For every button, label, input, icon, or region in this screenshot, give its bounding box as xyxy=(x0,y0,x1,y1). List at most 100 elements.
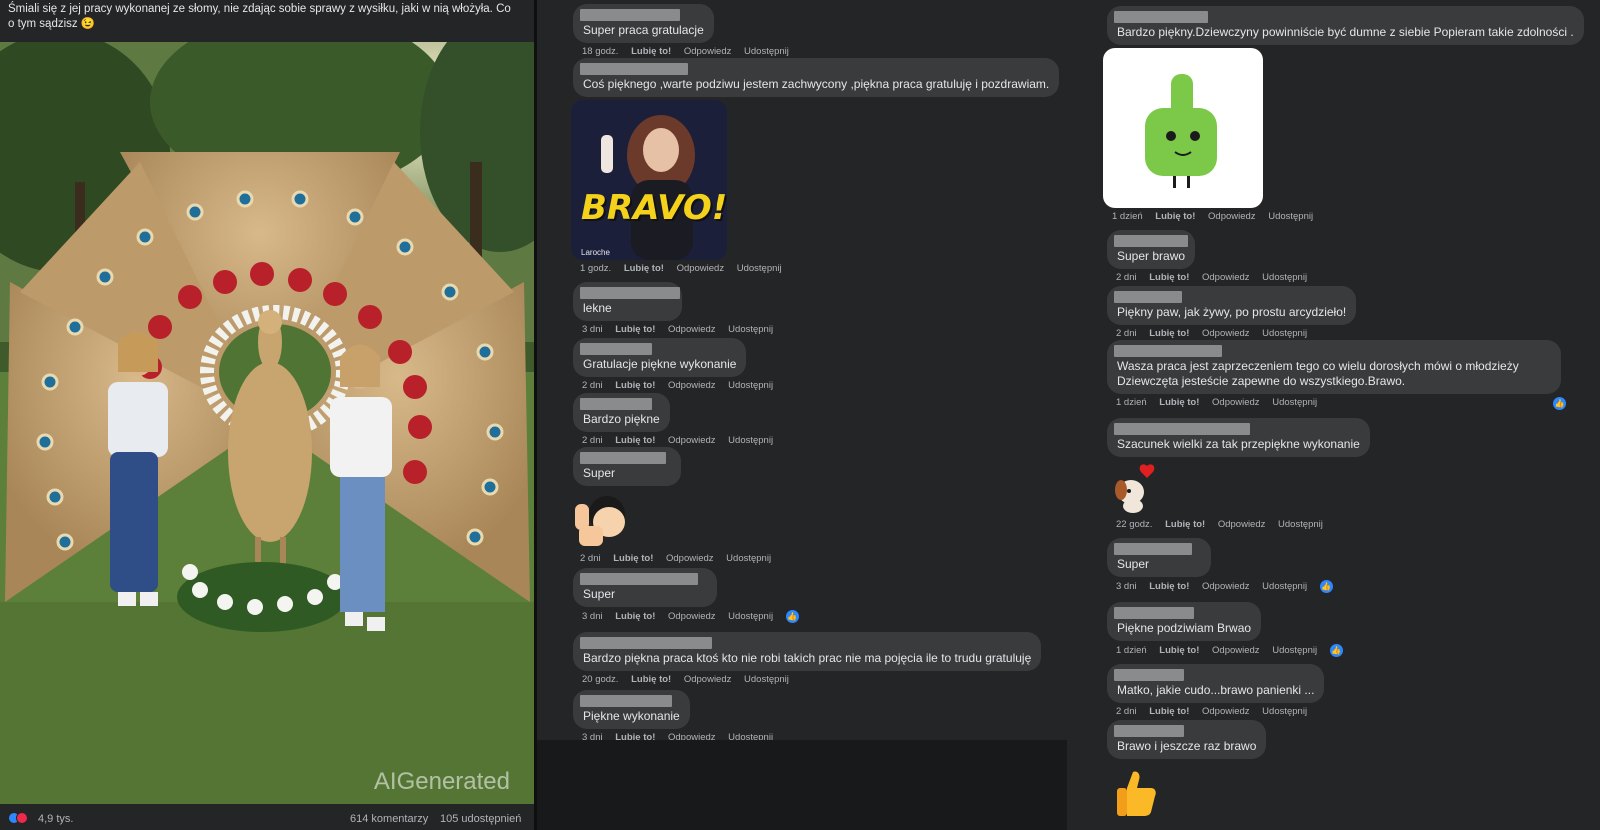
reply-link[interactable]: Odpowiedz xyxy=(1202,581,1250,592)
like-reaction-icon[interactable]: 👍 xyxy=(1329,644,1343,657)
redacted-author xyxy=(580,452,666,464)
reply-link[interactable]: Odpowiedz xyxy=(1202,706,1250,717)
straw-peacock-photo xyxy=(0,42,534,804)
reply-link[interactable]: Odpowiedz xyxy=(668,611,716,622)
comment-text: Piękne podziwiam Brwao xyxy=(1117,621,1252,635)
reply-link[interactable]: Odpowiedz xyxy=(1212,645,1260,656)
reply-link[interactable]: Odpowiedz xyxy=(668,435,716,446)
share-link[interactable]: Udostępnij xyxy=(1262,328,1307,339)
reaction-icons[interactable] xyxy=(8,812,28,825)
like-link[interactable]: Lubię to! xyxy=(615,611,655,622)
share-link[interactable]: Udostępnij xyxy=(728,435,773,446)
comment-text: Wasza praca jest zaprzeczeniem tego co w… xyxy=(1117,359,1519,388)
like-link[interactable]: Lubię to! xyxy=(1149,581,1189,592)
like-link[interactable]: Lubię to! xyxy=(631,674,671,685)
share-link[interactable]: Udostępnij xyxy=(737,263,782,274)
comment-meta: 1 dzień Lubię to! Odpowiedz Udostępnij xyxy=(1103,211,1323,222)
like-link[interactable]: Lubię to! xyxy=(1159,645,1199,656)
comment-time: 18 godz. xyxy=(582,46,619,57)
comment-text: Brawo i jeszcze raz brawo xyxy=(1117,739,1257,753)
redacted-author xyxy=(580,637,712,649)
comment-text: Piękne wykonanie xyxy=(583,709,680,723)
redacted-author xyxy=(1114,345,1222,357)
like-link[interactable]: Lubię to! xyxy=(1165,519,1205,530)
like-link[interactable]: Lubię to! xyxy=(615,435,655,446)
reply-link[interactable]: Odpowiedz xyxy=(1208,211,1256,222)
post-footer: 4,9 tys. 614 komentarzy 105 udostępnień xyxy=(0,806,534,830)
like-link[interactable]: Lubię to! xyxy=(615,380,655,391)
like-link[interactable]: Lubię to! xyxy=(1149,272,1189,283)
reply-link[interactable]: Odpowiedz xyxy=(1202,272,1250,283)
share-link[interactable]: Udostępnij xyxy=(744,674,789,685)
comment-bubble: Gratulacje piękne wykonanie xyxy=(573,338,747,377)
share-link[interactable]: Udostępnij xyxy=(1268,211,1313,222)
column-background xyxy=(537,740,1067,830)
share-link[interactable]: Udostępnij xyxy=(1262,272,1307,283)
redacted-author xyxy=(1114,11,1208,23)
reply-link[interactable]: Odpowiedz xyxy=(666,553,714,564)
comment-meta: 2 dni Lubię to! Odpowiedz Udostępnij xyxy=(1107,328,1356,339)
share-link[interactable]: Udostępnij xyxy=(1278,519,1323,530)
like-link[interactable]: Lubię to! xyxy=(624,263,664,274)
comment-meta: 1 dzień Lubię to! Odpowiedz Udostępnij xyxy=(1107,397,1561,408)
like-link[interactable]: Lubię to! xyxy=(1155,211,1195,222)
reply-link[interactable]: Odpowiedz xyxy=(1202,328,1250,339)
comment-meta: 1 dzień Lubię to! Odpowiedz Udostępnij 👍 xyxy=(1107,644,1353,657)
share-link[interactable]: Udostępnij xyxy=(1272,397,1317,408)
like-link[interactable]: Lubię to! xyxy=(631,46,671,57)
share-link[interactable]: Udostępnij xyxy=(1262,706,1307,717)
redacted-author xyxy=(1114,607,1194,619)
share-link[interactable]: Udostępnij xyxy=(1262,581,1307,592)
reply-link[interactable]: Odpowiedz xyxy=(668,380,716,391)
like-reaction-icon[interactable]: 👍 xyxy=(1319,580,1333,593)
like-link[interactable]: Lubię to! xyxy=(615,324,655,335)
like-reaction-icon[interactable]: 👍 xyxy=(785,610,799,623)
puppy-heart-sticker[interactable] xyxy=(1107,462,1161,516)
share-link[interactable]: Udostępnij xyxy=(728,611,773,622)
comment-meta: 18 godz. Lubię to! Odpowiedz Udostępnij xyxy=(573,46,799,57)
like-link[interactable]: Lubię to! xyxy=(613,553,653,564)
comment-meta: 3 dni Lubię to! Odpowiedz Udostępnij 👍 xyxy=(1107,580,1343,593)
like-link[interactable]: Lubię to! xyxy=(1149,328,1189,339)
comment-time: 3 dni xyxy=(582,324,603,335)
reply-link[interactable]: Odpowiedz xyxy=(1218,519,1266,530)
comment: Super 3 dni Lubię to! Odpowiedz Udostępn… xyxy=(573,568,809,623)
like-reaction-icon[interactable]: 👍 xyxy=(1553,397,1566,410)
reply-link[interactable]: Odpowiedz xyxy=(1212,397,1260,408)
green-thumbs-up-sticker[interactable] xyxy=(1103,48,1263,208)
post-photo[interactable]: AIGenerated xyxy=(0,42,534,804)
like-link[interactable]: Lubię to! xyxy=(1149,706,1189,717)
comment-bubble: Piękny paw, jak żywy, po prostu arcydzie… xyxy=(1107,286,1357,325)
share-count[interactable]: 105 udostępnień xyxy=(440,813,521,825)
comment-text: Super praca gratulacje xyxy=(583,23,704,37)
comment xyxy=(1111,768,1159,818)
reply-link[interactable]: Odpowiedz xyxy=(668,324,716,335)
reply-link[interactable]: Odpowiedz xyxy=(677,263,725,274)
thumbs-up-character-icon xyxy=(575,496,625,546)
comment-count[interactable]: 614 komentarzy xyxy=(350,813,428,825)
comment-bubble: Szacunek wielki za tak przepiękne wykona… xyxy=(1107,418,1370,457)
ai-watermark: AIGenerated xyxy=(373,768,510,795)
like-link[interactable]: Lubię to! xyxy=(1159,397,1199,408)
comment-bubble: Super xyxy=(1107,538,1212,577)
comment-time: 1 dzień xyxy=(1112,211,1143,222)
reply-link[interactable]: Odpowiedz xyxy=(684,674,732,685)
comment-bubble: Brawo i jeszcze raz brawo xyxy=(1107,720,1267,759)
share-link[interactable]: Udostępnij xyxy=(726,553,771,564)
thumbs-up-character-sticker[interactable] xyxy=(571,490,635,550)
share-link[interactable]: Udostępnij xyxy=(728,324,773,335)
share-link[interactable]: Udostępnij xyxy=(728,380,773,391)
thumbs-up-emoji-sticker[interactable] xyxy=(1111,768,1159,818)
comment-meta: 2 dni Lubię to! Odpowiedz Udostępnij xyxy=(571,553,781,564)
comment-bubble: Bardzo piękna praca ktoś kto nie robi ta… xyxy=(573,632,1042,671)
comment: Super praca gratulacje 18 godz. Lubię to… xyxy=(573,4,799,57)
reply-link[interactable]: Odpowiedz xyxy=(684,46,732,57)
share-link[interactable]: Udostępnij xyxy=(744,46,789,57)
comment-text: Coś pięknego ,warte podziwu jestem zachw… xyxy=(583,77,1050,91)
reaction-count[interactable]: 4,9 tys. xyxy=(38,813,73,825)
redacted-author xyxy=(580,695,672,707)
share-link[interactable]: Udostępnij xyxy=(1272,645,1317,656)
comment: 2 dni Lubię to! Odpowiedz Udostępnij xyxy=(571,490,781,564)
comment-bubble: Matko, jakie cudo...brawo panienki ... xyxy=(1107,664,1325,703)
bravo-gif[interactable]: BRAVO! Laroche xyxy=(571,100,727,260)
